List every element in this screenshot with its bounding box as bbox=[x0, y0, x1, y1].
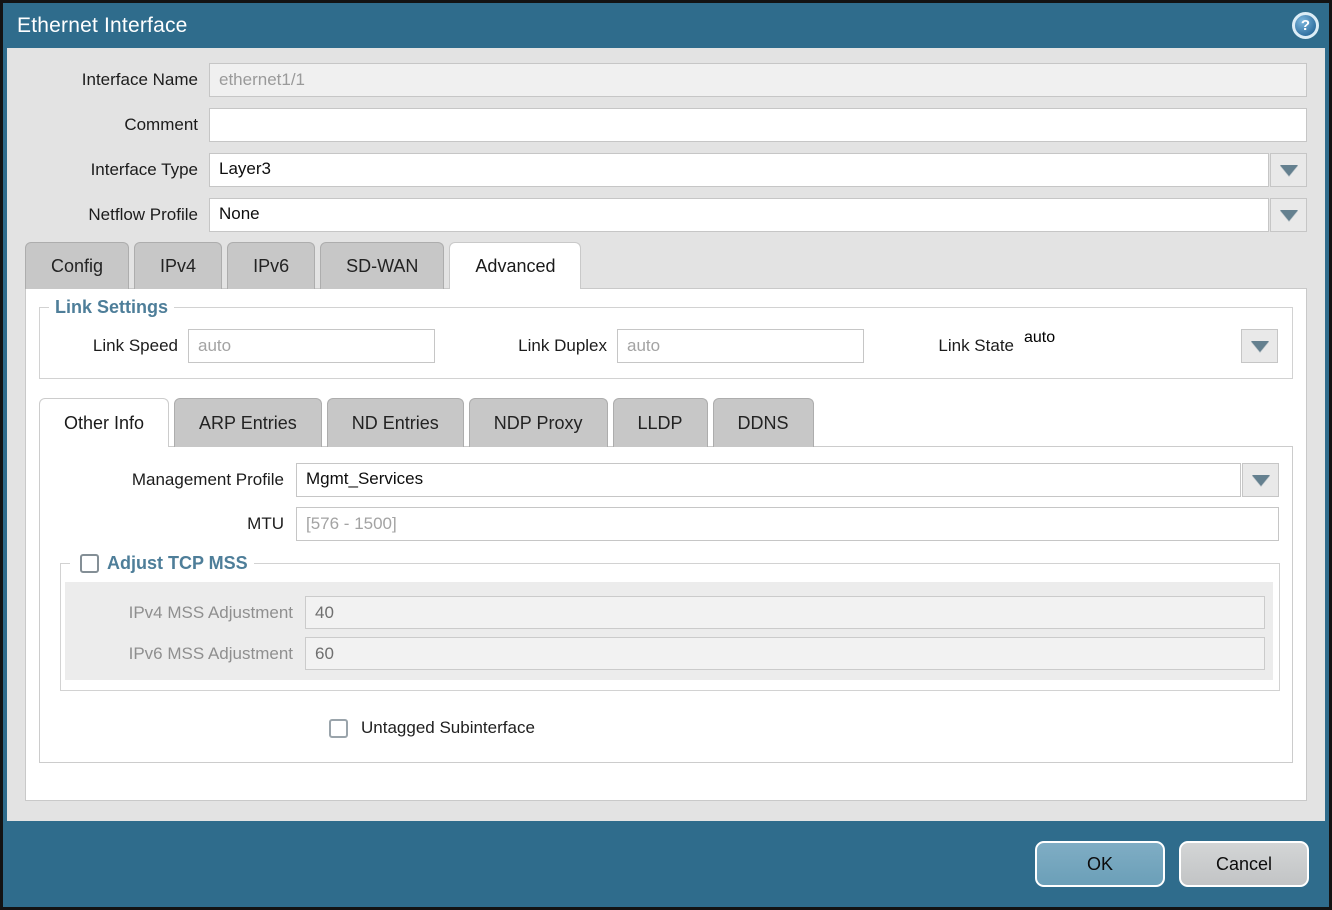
untagged-subinterface-label: Untagged Subinterface bbox=[361, 718, 535, 738]
management-profile-value[interactable]: Mgmt_Services bbox=[296, 463, 1241, 497]
chevron-down-icon bbox=[1280, 165, 1298, 176]
untagged-subinterface-row: Untagged Subinterface bbox=[329, 718, 1292, 738]
cancel-button[interactable]: Cancel bbox=[1179, 841, 1309, 887]
ipv4-mss-field bbox=[305, 596, 1265, 629]
dialog-title: Ethernet Interface bbox=[17, 14, 1292, 38]
link-settings-row: Link Speed Link Duplex Link State auto bbox=[40, 329, 1292, 363]
interface-type-dropdown[interactable]: Layer3 bbox=[209, 153, 1307, 187]
help-icon[interactable]: ? bbox=[1292, 12, 1319, 39]
ipv6-mss-label: IPv6 MSS Adjustment bbox=[65, 644, 305, 664]
netflow-profile-dropdown[interactable]: None bbox=[209, 198, 1307, 232]
management-profile-dropdown-button[interactable] bbox=[1242, 463, 1279, 497]
link-state-label: Link State bbox=[922, 336, 1024, 356]
tab-ipv4[interactable]: IPv4 bbox=[134, 242, 222, 289]
management-profile-row: Management Profile Mgmt_Services bbox=[40, 463, 1279, 497]
tab-sd-wan[interactable]: SD-WAN bbox=[320, 242, 444, 289]
netflow-profile-row: Netflow Profile None bbox=[7, 198, 1307, 232]
ipv4-mss-label: IPv4 MSS Adjustment bbox=[65, 603, 305, 623]
netflow-profile-value[interactable]: None bbox=[209, 198, 1269, 232]
adjust-tcp-mss-legend-wrap: Adjust TCP MSS bbox=[70, 553, 254, 574]
chevron-down-icon bbox=[1252, 475, 1270, 486]
interface-name-row: Interface Name bbox=[7, 63, 1307, 97]
tab-config[interactable]: Config bbox=[25, 242, 129, 289]
other-info-panel: Management Profile Mgmt_Services MTU bbox=[39, 446, 1293, 763]
interface-type-value[interactable]: Layer3 bbox=[209, 153, 1269, 187]
untagged-subinterface-checkbox[interactable] bbox=[329, 719, 348, 738]
link-state-value[interactable]: auto bbox=[1024, 329, 1240, 363]
netflow-profile-dropdown-button[interactable] bbox=[1270, 198, 1307, 232]
link-speed-field[interactable] bbox=[188, 329, 435, 363]
mss-disabled-area: IPv4 MSS Adjustment IPv6 MSS Adjustment bbox=[65, 582, 1273, 680]
management-profile-label: Management Profile bbox=[40, 470, 296, 490]
tab-ndp-proxy[interactable]: NDP Proxy bbox=[469, 398, 608, 447]
link-settings-legend: Link Settings bbox=[49, 297, 174, 318]
link-state-dropdown-button[interactable] bbox=[1241, 329, 1278, 363]
chevron-down-icon bbox=[1280, 210, 1298, 221]
management-profile-dropdown[interactable]: Mgmt_Services bbox=[296, 463, 1279, 497]
ipv6-mss-row: IPv6 MSS Adjustment bbox=[65, 637, 1265, 670]
adjust-tcp-mss-fieldset: Adjust TCP MSS IPv4 MSS Adjustment IPv6 … bbox=[60, 553, 1280, 691]
interface-type-row: Interface Type Layer3 bbox=[7, 153, 1307, 187]
tab-arp-entries[interactable]: ARP Entries bbox=[174, 398, 322, 447]
interface-name-label: Interface Name bbox=[7, 70, 209, 90]
main-tab-strip: Config IPv4 IPv6 SD-WAN Advanced bbox=[25, 242, 1325, 289]
title-bar: Ethernet Interface ? bbox=[3, 3, 1329, 48]
interface-type-label: Interface Type bbox=[7, 160, 209, 180]
dialog-footer: OK Cancel bbox=[3, 821, 1329, 907]
ipv6-mss-field bbox=[305, 637, 1265, 670]
tab-nd-entries[interactable]: ND Entries bbox=[327, 398, 464, 447]
link-settings-fieldset: Link Settings Link Speed Link Duplex Lin… bbox=[39, 297, 1293, 379]
tab-advanced[interactable]: Advanced bbox=[449, 242, 581, 289]
link-state-dropdown[interactable]: auto bbox=[1024, 329, 1278, 363]
mtu-row: MTU bbox=[40, 507, 1279, 541]
ipv4-mss-row: IPv4 MSS Adjustment bbox=[65, 596, 1265, 629]
link-speed-label: Link Speed bbox=[40, 336, 188, 356]
interface-name-field bbox=[209, 63, 1307, 97]
netflow-profile-label: Netflow Profile bbox=[7, 205, 209, 225]
link-duplex-label: Link Duplex bbox=[475, 336, 617, 356]
tab-ipv6[interactable]: IPv6 bbox=[227, 242, 315, 289]
chevron-down-icon bbox=[1251, 341, 1269, 352]
ethernet-interface-dialog: Ethernet Interface ? Interface Name Comm… bbox=[0, 0, 1332, 910]
ok-button[interactable]: OK bbox=[1035, 841, 1165, 887]
comment-field[interactable] bbox=[209, 108, 1307, 142]
adjust-tcp-mss-checkbox[interactable] bbox=[80, 554, 99, 573]
adjust-tcp-mss-label: Adjust TCP MSS bbox=[107, 553, 248, 574]
tab-ddns[interactable]: DDNS bbox=[713, 398, 814, 447]
comment-row: Comment bbox=[7, 108, 1307, 142]
tab-other-info[interactable]: Other Info bbox=[39, 398, 169, 447]
interface-type-dropdown-button[interactable] bbox=[1270, 153, 1307, 187]
sub-tab-strip: Other Info ARP Entries ND Entries NDP Pr… bbox=[39, 398, 1306, 447]
link-duplex-field[interactable] bbox=[617, 329, 864, 363]
question-mark-glyph: ? bbox=[1301, 17, 1310, 34]
comment-label: Comment bbox=[7, 115, 209, 135]
advanced-tab-panel: Link Settings Link Speed Link Duplex Lin… bbox=[25, 288, 1307, 801]
tab-lldp[interactable]: LLDP bbox=[613, 398, 708, 447]
dialog-body: Interface Name Comment Interface Type La… bbox=[7, 48, 1325, 821]
mtu-field[interactable] bbox=[296, 507, 1279, 541]
mtu-label: MTU bbox=[40, 514, 296, 534]
